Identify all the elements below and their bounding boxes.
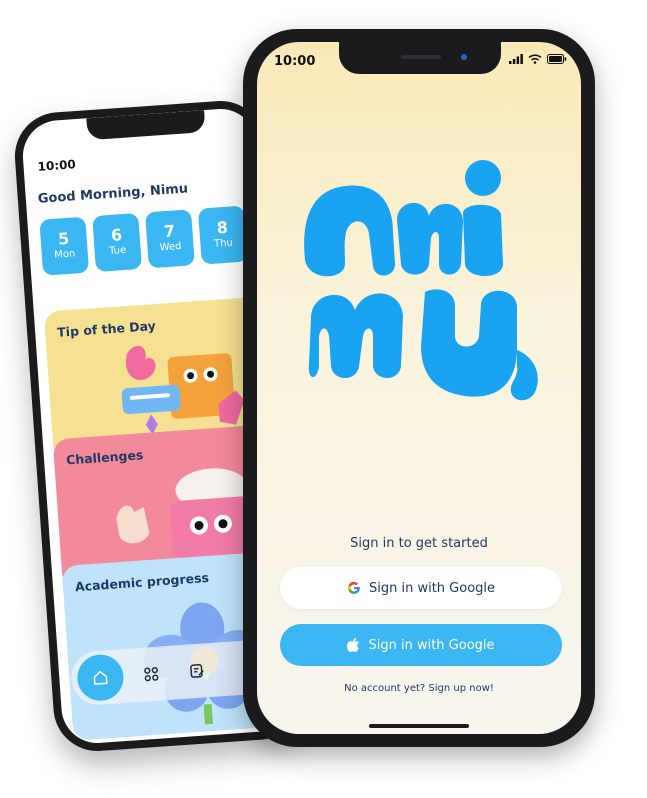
day-name: Wed	[159, 241, 182, 254]
day-number: 6	[110, 225, 123, 245]
day-number: 7	[163, 221, 176, 242]
nav-journal-button[interactable]	[178, 652, 216, 690]
google-icon	[347, 581, 360, 594]
home-icon	[93, 670, 108, 685]
speaker-grille	[401, 55, 441, 59]
day-name: Mon	[53, 248, 76, 261]
grid-icon	[144, 666, 159, 682]
card-title: Academic progress	[74, 569, 210, 595]
nav-home-button[interactable]	[75, 653, 125, 703]
nimu-logo	[304, 160, 538, 401]
sign-up-link[interactable]: No account yet? Sign up now!	[257, 683, 581, 694]
sign-in-caption: Sign in to get started	[350, 536, 488, 551]
wifi-icon	[528, 54, 542, 64]
phone-notch	[86, 110, 206, 141]
status-icons	[509, 54, 567, 64]
status-time: 10:00	[274, 54, 316, 69]
google-sign-in-button[interactable]: Sign in with Google	[280, 567, 562, 609]
apple-icon	[347, 638, 360, 652]
front-phone-mockup: 10:00 Sign in to get started Sign in wit…	[243, 29, 595, 747]
day-chip[interactable]: 6 Tue	[92, 212, 142, 273]
nav-apps-button[interactable]	[132, 655, 170, 693]
battery-icon	[547, 54, 567, 64]
camera-icon	[461, 54, 467, 60]
day-name: Thu	[213, 237, 234, 250]
journal-icon	[190, 664, 204, 678]
apple-sign-in-button[interactable]: Sign in with Google	[280, 624, 562, 666]
day-chip[interactable]: 8 Thu	[197, 205, 248, 265]
phone-notch	[339, 42, 501, 74]
day-number: 8	[216, 217, 229, 238]
greeting-title: Good Morning, Nimu	[37, 181, 189, 207]
day-number: 5	[57, 228, 70, 249]
day-selector: 5 Mon 6 Tue 7 Wed 8 Thu	[39, 205, 248, 276]
sign-in-screen: 10:00 Sign in to get started Sign in wit…	[257, 42, 581, 734]
status-time: 10:00	[37, 157, 77, 174]
card-title: Challenges	[65, 447, 144, 468]
day-chip[interactable]: 5 Mon	[39, 216, 90, 276]
signal-icon	[509, 54, 523, 64]
home-indicator	[369, 724, 469, 728]
day-chip[interactable]: 7 Wed	[145, 209, 195, 269]
google-button-label: Sign in with Google	[368, 580, 496, 596]
apple-button-label: Sign in with Google	[368, 637, 495, 653]
card-title: Tip of the Day	[56, 317, 157, 340]
day-name: Tue	[108, 244, 127, 258]
